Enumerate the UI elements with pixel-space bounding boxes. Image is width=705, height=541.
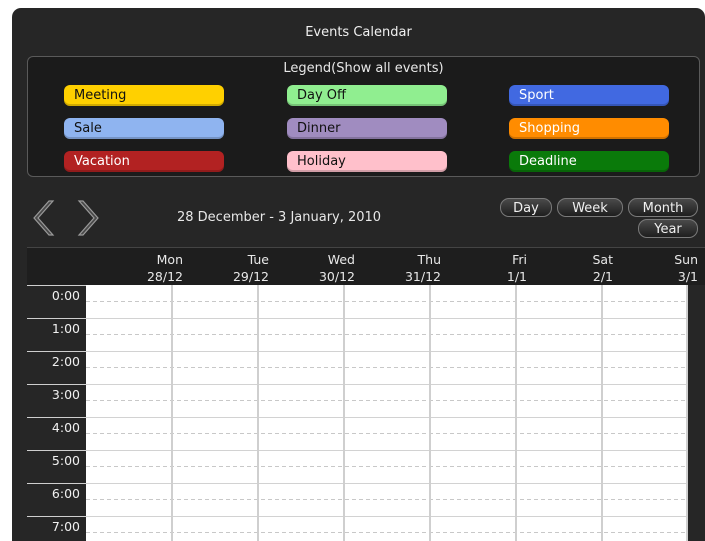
hour-label: 0:00 [27,285,86,318]
date-range-label: 28 December - 3 January, 2010 [177,210,382,225]
legend-item-day-off[interactable]: Day Off [287,85,447,106]
hour-label: 7:00 [27,516,86,541]
time-column: 0:00 1:00 2:00 3:00 4:00 5:00 6:00 7:00 [27,285,86,541]
legend-item-sale[interactable]: Sale [64,118,224,139]
legend-panel: Legend(Show all events) Meeting Day Off … [27,56,700,177]
day-header-tue[interactable]: Tue 29/12 [209,248,269,286]
view-day-button[interactable]: Day [500,198,552,217]
legend-item-shopping[interactable]: Shopping [509,118,669,139]
legend-item-deadline[interactable]: Deadline [509,151,669,172]
hour-label: 3:00 [27,384,86,417]
day-header-mon[interactable]: Mon 28/12 [123,248,183,286]
calendar-window: Events Calendar Legend(Show all events) … [12,8,705,541]
time-grid-lines [86,285,688,541]
legend-item-holiday[interactable]: Holiday [287,151,447,172]
hour-label: 1:00 [27,318,86,351]
legend-item-vacation[interactable]: Vacation [64,151,224,172]
next-week-button[interactable] [74,198,100,238]
legend-title[interactable]: Legend(Show all events) [28,61,699,76]
legend-item-sport[interactable]: Sport [509,85,669,106]
day-header-fri[interactable]: Fri 1/1 [467,248,527,286]
legend-item-dinner[interactable]: Dinner [287,118,447,139]
day-header-thu[interactable]: Thu 31/12 [381,248,441,286]
view-month-button[interactable]: Month [628,198,698,217]
hour-label: 5:00 [27,450,86,483]
legend-item-meeting[interactable]: Meeting [64,85,224,106]
week-time-grid[interactable] [86,285,688,541]
view-year-button[interactable]: Year [638,219,698,238]
prev-week-button[interactable] [32,198,58,238]
hour-label: 2:00 [27,351,86,384]
day-header-wed[interactable]: Wed 30/12 [295,248,355,286]
week-header: Mon 28/12 Tue 29/12 Wed 30/12 Thu 31/12 Fri 1… [27,247,705,286]
hour-label: 4:00 [27,417,86,450]
window-title: Events Calendar [305,25,412,40]
grid-scrollbar[interactable] [688,285,705,541]
hour-label: 6:00 [27,483,86,516]
day-header-sat[interactable]: Sat 2/1 [553,248,613,286]
chevron-right-icon [77,200,99,236]
chevron-left-icon [33,200,55,236]
view-week-button[interactable]: Week [557,198,623,217]
day-header-sun[interactable]: Sun 3/1 [638,248,698,286]
